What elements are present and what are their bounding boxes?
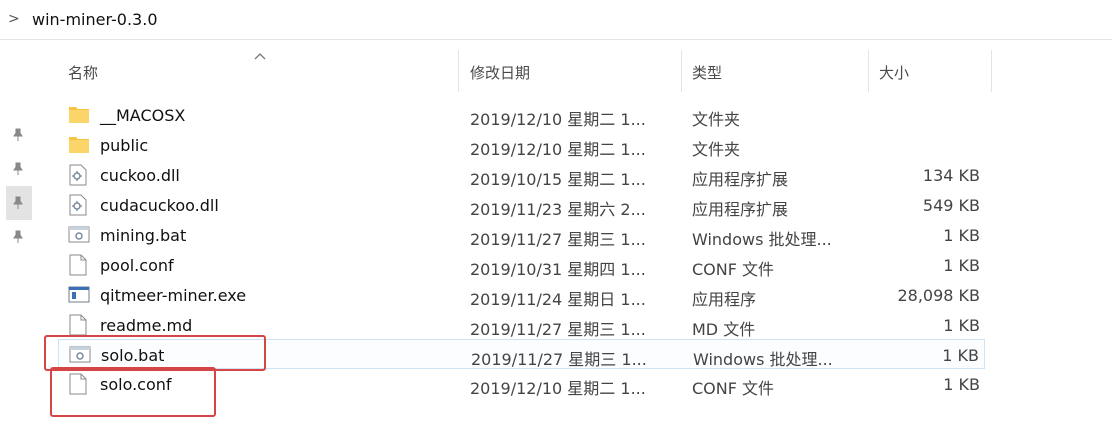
column-divider[interactable] [991, 50, 992, 92]
pin-icon[interactable] [6, 220, 32, 254]
file-size: 1 KB [943, 316, 980, 335]
file-name: mining.bat [100, 226, 187, 245]
file-date: 2019/10/31 星期四 1... [470, 260, 646, 279]
address-bar[interactable]: > win-miner-0.3.0 [0, 0, 1112, 40]
file-row[interactable]: __MACOSX 2019/12/10 星期二 1... 文件夹 [58, 100, 985, 130]
breadcrumb-chevron-icon[interactable]: > [8, 11, 20, 27]
file-row[interactable]: cudacuckoo.dll 2019/11/23 星期六 2... 应用程序扩… [58, 190, 985, 220]
folder-icon [69, 107, 89, 123]
file-type: MD 文件 [692, 320, 756, 339]
column-header-type-label: 类型 [692, 64, 723, 82]
file-name: qitmeer-miner.exe [100, 286, 247, 305]
dll-file-icon [69, 194, 87, 216]
file-type: CONF 文件 [692, 260, 775, 279]
file-type: 应用程序扩展 [692, 200, 789, 219]
file-name: public [100, 136, 149, 155]
dll-file-icon [69, 164, 87, 186]
file-size: 1 KB [942, 346, 979, 365]
file-date: 2019/11/23 星期六 2... [470, 200, 646, 219]
file-type: CONF 文件 [692, 379, 775, 398]
file-size: 134 KB [922, 166, 980, 185]
file-size: 28,098 KB [897, 286, 980, 305]
file-type: 文件夹 [692, 110, 741, 129]
file-date: 2019/12/10 星期二 1... [470, 140, 646, 159]
file-name: pool.conf [100, 256, 174, 275]
column-header-date-label: 修改日期 [470, 64, 531, 82]
file-date: 2019/10/15 星期二 1... [470, 170, 646, 189]
file-name: readme.md [100, 316, 193, 335]
file-type: 应用程序 [692, 290, 757, 309]
file-size: 1 KB [943, 226, 980, 245]
file-type: 应用程序扩展 [692, 170, 789, 189]
file-date: 2019/11/27 星期三 1... [470, 320, 646, 339]
file-name: cuckoo.dll [100, 166, 180, 185]
file-name: __MACOSX [100, 106, 186, 125]
column-header-date[interactable]: 修改日期 [459, 50, 681, 92]
column-header-size-label: 大小 [879, 64, 910, 82]
document-file-icon [69, 254, 87, 276]
file-date: 2019/12/10 星期二 1... [470, 379, 646, 398]
file-row[interactable]: pool.conf 2019/10/31 星期四 1... CONF 文件 1 … [58, 250, 985, 280]
highlight-box-solo-bat [44, 335, 266, 371]
file-date: 2019/11/27 星期三 1... [471, 350, 647, 369]
file-row[interactable]: qitmeer-miner.exe 2019/11/24 星期日 1... 应用… [58, 280, 985, 310]
file-type: Windows 批处理... [692, 230, 832, 249]
file-row[interactable]: cuckoo.dll 2019/10/15 星期二 1... 应用程序扩展 13… [58, 160, 985, 190]
folder-icon [69, 137, 89, 153]
batch-file-icon [68, 226, 90, 243]
document-file-icon [69, 314, 87, 336]
column-header-name[interactable]: 名称 [58, 50, 458, 92]
file-size: 549 KB [922, 196, 980, 215]
column-header-type[interactable]: 类型 [682, 50, 868, 92]
pin-icon[interactable] [6, 152, 32, 186]
file-size: 1 KB [943, 256, 980, 275]
file-row[interactable]: public 2019/12/10 星期二 1... 文件夹 [58, 130, 985, 160]
file-name: cudacuckoo.dll [100, 196, 219, 215]
highlight-box-solo-conf [50, 367, 216, 417]
column-header-name-label: 名称 [68, 64, 99, 82]
pin-icon[interactable] [6, 186, 32, 220]
pin-icon[interactable] [6, 118, 32, 152]
file-date: 2019/12/10 星期二 1... [470, 110, 646, 129]
file-type: 文件夹 [692, 140, 741, 159]
file-date: 2019/11/24 星期日 1... [470, 290, 646, 309]
file-date: 2019/11/27 星期三 1... [470, 230, 646, 249]
quick-access-pins [6, 118, 32, 254]
file-size: 1 KB [943, 375, 980, 394]
breadcrumb-folder[interactable]: win-miner-0.3.0 [32, 10, 158, 29]
file-row[interactable]: mining.bat 2019/11/27 星期三 1... Windows 批… [58, 220, 985, 250]
exe-file-icon [68, 286, 90, 303]
file-type: Windows 批处理... [693, 350, 833, 369]
column-header-size[interactable]: 大小 [869, 50, 991, 92]
